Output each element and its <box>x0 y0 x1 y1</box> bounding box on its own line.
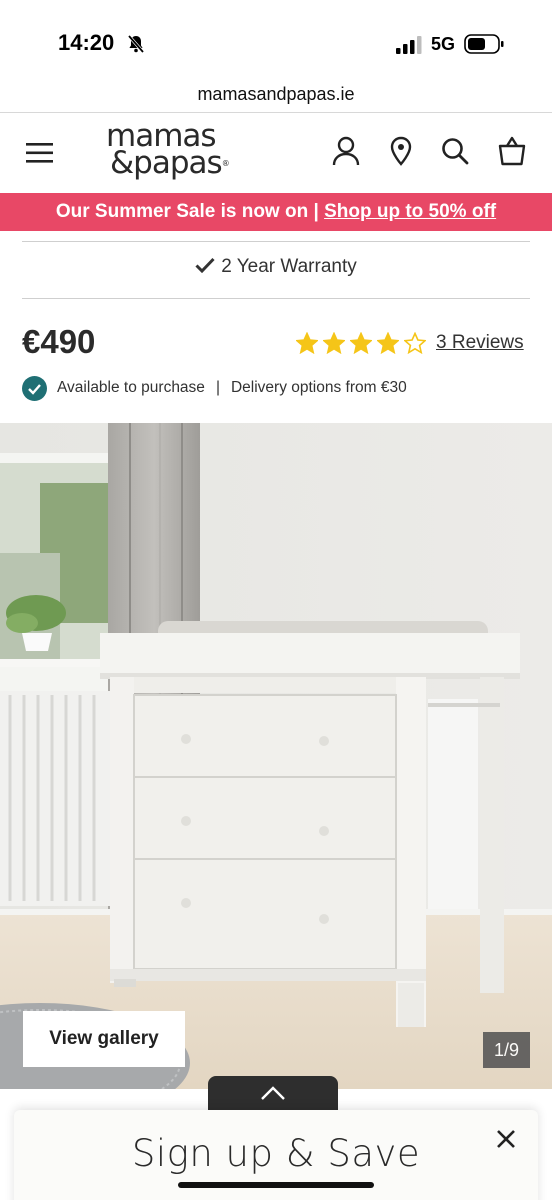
logo-registered: ® <box>221 159 230 168</box>
checkmark-icon <box>195 257 215 273</box>
star-empty-icon <box>404 332 426 354</box>
battery-icon <box>464 34 504 54</box>
reviews-link[interactable]: 3 Reviews <box>436 332 524 354</box>
brand-logo[interactable]: mamas &papas® <box>106 121 251 185</box>
warranty-label: 2 Year Warranty <box>221 256 357 277</box>
warranty-info: 2 Year Warranty <box>0 256 552 278</box>
product-price: €490 <box>22 323 96 360</box>
divider <box>22 298 530 299</box>
divider <box>22 241 530 242</box>
shopping-bag-icon[interactable] <box>496 135 528 167</box>
promo-banner[interactable]: Our Summer Sale is now on | Shop up to 5… <box>0 193 552 231</box>
status-time: 14:20 <box>58 30 115 55</box>
signal-strength-icon <box>396 36 422 54</box>
star-filled-icon <box>323 332 345 354</box>
account-icon[interactable] <box>330 135 362 167</box>
product-image[interactable] <box>0 423 552 1089</box>
expand-panel-tab[interactable] <box>208 1076 338 1112</box>
delivery-text[interactable]: Delivery options from €30 <box>231 379 407 397</box>
availability-text: Available to purchase <box>57 379 205 396</box>
status-bar: 14:20 5G <box>0 0 552 80</box>
star-filled-icon <box>350 332 372 354</box>
changing-unit-photo <box>0 423 552 1089</box>
gallery-counter: 1/9 <box>483 1032 530 1068</box>
logo-line-2: &papas <box>110 145 223 181</box>
search-icon[interactable] <box>439 135 471 167</box>
available-check-icon <box>22 375 47 401</box>
promo-text: Our Summer Sale is now on | <box>55 201 325 222</box>
availability-row: Available to purchase | Delivery options… <box>22 375 407 401</box>
signup-title[interactable]: Sign up & Save <box>0 1132 552 1175</box>
url-text: mamasandpapas.ie <box>197 84 355 104</box>
chevron-up-icon <box>261 1086 285 1100</box>
site-header: mamas &papas® <box>0 113 552 193</box>
availability-separator: | <box>215 379 220 396</box>
home-indicator <box>178 1182 374 1188</box>
network-type: 5G <box>431 34 456 54</box>
store-locator-icon[interactable] <box>385 135 417 167</box>
address-bar[interactable]: mamasandpapas.ie <box>0 80 552 112</box>
close-icon[interactable] <box>494 1127 518 1151</box>
bell-muted-icon <box>127 34 145 54</box>
hamburger-menu-icon[interactable] <box>26 142 54 164</box>
promo-link[interactable]: Shop up to 50% off <box>324 201 496 222</box>
star-filled-icon <box>377 332 399 354</box>
view-gallery-button[interactable]: View gallery <box>23 1011 185 1067</box>
star-filled-icon <box>296 332 318 354</box>
star-rating[interactable] <box>296 332 431 356</box>
